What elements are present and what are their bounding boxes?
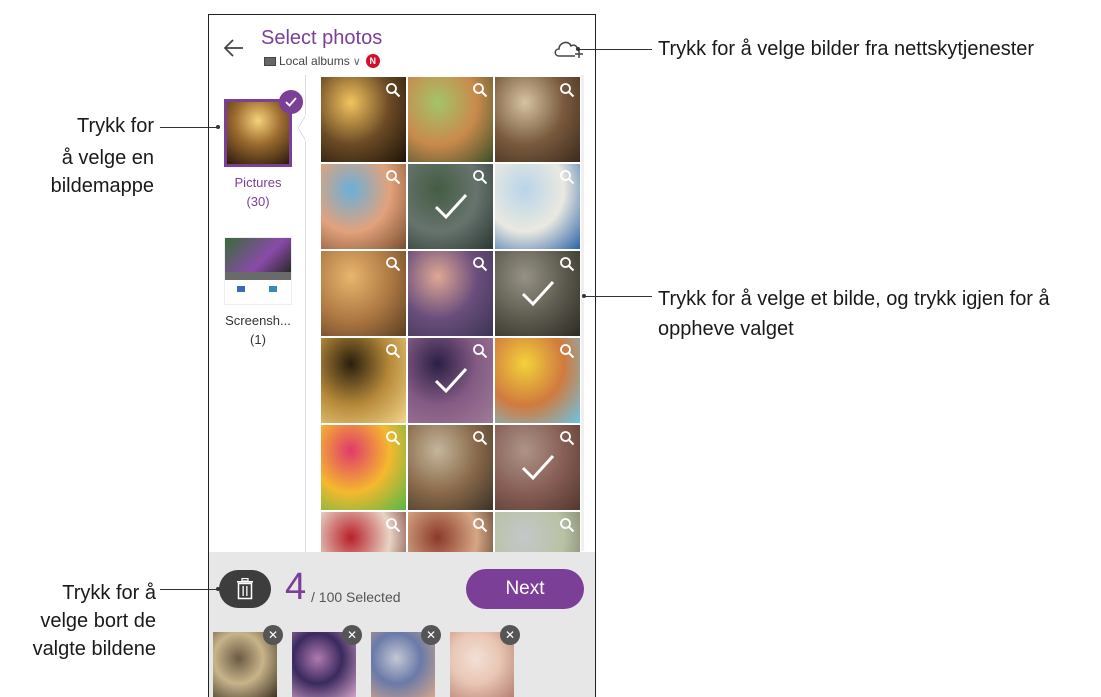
app-bar: Select photos Local albums ∨ N [209, 15, 595, 75]
callout-line [160, 127, 218, 128]
callout-dot [582, 294, 586, 298]
screenshot-icon [237, 286, 245, 292]
album-list: Pictures (30) Screensh... (1) [209, 75, 305, 552]
next-button[interactable]: Next [466, 569, 584, 609]
screenshot-icon [269, 286, 277, 292]
check-icon [521, 280, 555, 307]
album-name: Screensh... [225, 313, 291, 328]
photo-tile[interactable] [495, 164, 580, 249]
callout-folder-1: Trykk for [76, 115, 154, 137]
callout-line [160, 589, 218, 590]
magnifier-icon[interactable] [472, 82, 488, 98]
selected-total: / 100 Selected [311, 589, 401, 605]
photo-tile[interactable] [321, 164, 406, 249]
magnifier-icon[interactable] [385, 430, 401, 446]
photo-tile[interactable] [321, 251, 406, 336]
callout-line [578, 49, 652, 50]
magnifier-icon[interactable] [385, 517, 401, 533]
callout-folder-2: å velge en [61, 147, 154, 169]
close-icon[interactable]: ✕ [421, 625, 441, 645]
chevron-down-icon: ∨ [352, 55, 361, 68]
close-icon[interactable]: ✕ [342, 625, 362, 645]
magnifier-icon[interactable] [472, 430, 488, 446]
photo-tile[interactable] [321, 338, 406, 423]
photo-grid [321, 77, 581, 553]
album-icon [264, 56, 276, 66]
callout-dot [576, 47, 580, 51]
photo-tile[interactable] [408, 512, 493, 553]
album-name: Pictures [234, 175, 282, 190]
photo-tile[interactable] [321, 512, 406, 553]
deselect-all-button[interactable] [219, 570, 271, 608]
callout-cloud: Trykk for å velge bilder fra nettskytjen… [658, 38, 1035, 60]
magnifier-icon[interactable] [559, 256, 575, 272]
photo-tile[interactable] [495, 338, 580, 423]
photo-tile[interactable] [495, 512, 580, 553]
album-count: (1) [250, 332, 266, 347]
photo-tile[interactable] [408, 77, 493, 162]
magnifier-icon[interactable] [472, 256, 488, 272]
callout-dot [216, 125, 220, 129]
selected-count: 4 [285, 566, 307, 608]
album-pictures[interactable]: Pictures (30) [223, 90, 303, 209]
album-thumbnail [224, 90, 303, 167]
photo-tile[interactable] [495, 425, 580, 510]
trash-icon [237, 578, 253, 600]
callout-deselect-2: velge bort de [40, 610, 156, 632]
check-icon [521, 454, 555, 481]
callout-dot [216, 587, 220, 591]
album-screenshots[interactable]: Screensh... (1) [223, 237, 293, 347]
magnifier-icon[interactable] [385, 169, 401, 185]
close-icon[interactable]: ✕ [263, 625, 283, 645]
album-selected-badge [279, 90, 303, 114]
magnifier-icon[interactable] [472, 517, 488, 533]
page-title: Select photos [261, 27, 383, 49]
callout-photo-2: oppheve valget [658, 318, 794, 340]
screenshot-banner [225, 238, 291, 272]
screenshot-strip [225, 272, 291, 280]
photo-tile[interactable] [495, 251, 580, 336]
magnifier-icon[interactable] [472, 343, 488, 359]
callout-line [584, 296, 652, 297]
check-icon [434, 367, 468, 394]
magnifier-icon[interactable] [559, 82, 575, 98]
album-count: (30) [246, 194, 270, 209]
magnifier-icon[interactable] [385, 82, 401, 98]
photo-tile[interactable] [321, 77, 406, 162]
photo-tile[interactable] [408, 251, 493, 336]
selected-album-pointer [297, 115, 313, 141]
photo-tile[interactable] [408, 164, 493, 249]
magnifier-icon[interactable] [385, 343, 401, 359]
source-label: Local albums [279, 54, 350, 68]
grid-scrollbar[interactable] [581, 75, 584, 551]
callout-deselect-1: Trykk for å [62, 582, 156, 604]
photo-tile[interactable] [408, 338, 493, 423]
back-arrow-icon[interactable] [219, 33, 249, 63]
callout-folder-3: bildemappe [50, 175, 154, 197]
magnifier-icon[interactable] [472, 169, 488, 185]
callout-photo-1: Trykk for å velge et bilde, og trykk igj… [658, 288, 1050, 310]
magnifier-icon[interactable] [559, 517, 575, 533]
callout-deselect-3: valgte bildene [32, 638, 156, 660]
photo-tile[interactable] [321, 425, 406, 510]
cloud-add-icon[interactable] [553, 37, 585, 59]
close-icon[interactable]: ✕ [500, 625, 520, 645]
photo-tile[interactable] [495, 77, 580, 162]
source-dropdown[interactable]: Local albums ∨ N [264, 54, 380, 68]
photo-tile[interactable] [408, 425, 493, 510]
new-badge: N [365, 54, 380, 68]
column-divider [305, 75, 306, 552]
magnifier-icon[interactable] [559, 430, 575, 446]
magnifier-icon[interactable] [385, 256, 401, 272]
phone-screen: Select photos Local albums ∨ N Pictures … [208, 14, 596, 697]
check-icon [434, 193, 468, 220]
selection-bar: 4 / 100 Selected Next ✕ ✕ ✕ ✕ [209, 552, 595, 697]
magnifier-icon[interactable] [559, 169, 575, 185]
album-thumbnail [224, 237, 292, 305]
check-icon [285, 97, 297, 107]
magnifier-icon[interactable] [559, 343, 575, 359]
